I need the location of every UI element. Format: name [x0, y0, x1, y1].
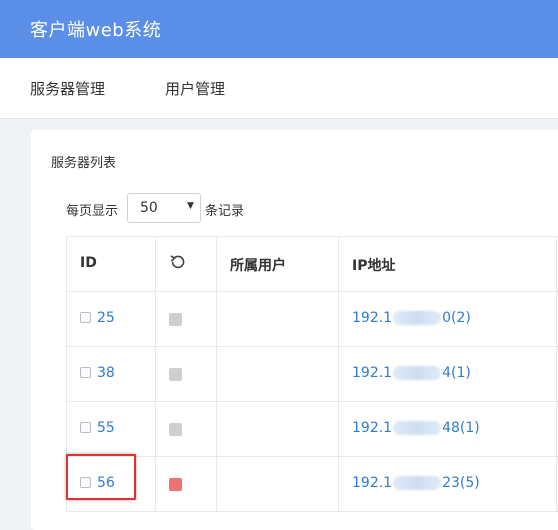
redacted-ip-segment [393, 421, 442, 435]
ip-end: 0(2) [442, 310, 471, 326]
page-size-prefix: 每页显示 [66, 204, 119, 219]
header-id-label: ID [80, 255, 97, 271]
table-row: 55 192.1 48(1) [67, 402, 558, 457]
card-title: 服务器列表 [51, 156, 117, 171]
cell-status [156, 292, 217, 346]
header-user: 所属用户 [217, 237, 339, 291]
cell-id: 25 [67, 292, 156, 346]
server-id-link[interactable]: 55 [97, 420, 115, 436]
cell-user [217, 457, 339, 511]
nav-item-server-management[interactable]: 服务器管理 [30, 78, 105, 99]
status-indicator [169, 478, 182, 491]
top-header: 客户端web系统 [0, 0, 558, 58]
row-checkbox[interactable] [80, 422, 91, 433]
table-row: 38 192.1 4(1) [67, 347, 558, 402]
server-id-link[interactable]: 25 [97, 310, 115, 326]
status-indicator [169, 368, 182, 381]
ip-start: 192.1 [352, 365, 393, 381]
header-ip: IP地址 [339, 237, 557, 291]
app-title: 客户端web系统 [30, 20, 162, 41]
redacted-ip-segment [393, 476, 442, 490]
highlight-annotation [66, 454, 136, 500]
cell-ip: 192.1 48(1) [339, 402, 557, 456]
cell-ip: 192.1 0(2) [339, 292, 557, 346]
ip-address-link[interactable]: 192.1 0(2) [352, 310, 471, 326]
page-size-suffix: 条记录 [205, 204, 245, 219]
cell-ip: 192.1 4(1) [339, 347, 557, 401]
header-id: ID [67, 237, 156, 291]
table-header-row: ID 所属用户 IP地址 [67, 237, 558, 292]
row-checkbox[interactable] [80, 367, 91, 378]
cell-status [156, 402, 217, 456]
ip-start: 192.1 [352, 310, 393, 326]
status-indicator [169, 423, 182, 436]
refresh-icon[interactable] [169, 253, 187, 271]
server-table: ID 所属用户 IP地址 25 192.1 0(2) 38 192.1 4(1)… [66, 236, 558, 512]
ip-end: 48(1) [442, 420, 480, 436]
status-indicator [169, 313, 182, 326]
caret-down-icon: ▼ [187, 201, 194, 211]
page-size-value: 50 [140, 200, 158, 216]
cell-id: 38 [67, 347, 156, 401]
cell-status [156, 347, 217, 401]
cell-id: 55 [67, 402, 156, 456]
redacted-ip-segment [393, 311, 442, 325]
ip-start: 192.1 [352, 420, 393, 436]
header-status [156, 237, 217, 291]
cell-user [217, 292, 339, 346]
page-size-select[interactable]: 50 ▼ [127, 193, 201, 223]
cell-status [156, 457, 217, 511]
ip-end: 23(5) [442, 475, 480, 491]
nav-bar: 服务器管理 用户管理 [0, 58, 558, 119]
table-row: 25 192.1 0(2) [67, 292, 558, 347]
header-ip-label: IP地址 [352, 258, 396, 274]
header-user-label: 所属用户 [230, 258, 286, 274]
ip-address-link[interactable]: 192.1 4(1) [352, 365, 471, 381]
row-checkbox[interactable] [80, 312, 91, 323]
cell-user [217, 347, 339, 401]
ip-start: 192.1 [352, 475, 393, 491]
server-id-link[interactable]: 38 [97, 365, 115, 381]
ip-end: 4(1) [442, 365, 471, 381]
cell-user [217, 402, 339, 456]
nav-item-user-management[interactable]: 用户管理 [165, 78, 225, 99]
table-row: 56 192.1 23(5) [67, 457, 558, 512]
cell-ip: 192.1 23(5) [339, 457, 557, 511]
ip-address-link[interactable]: 192.1 48(1) [352, 420, 480, 436]
redacted-ip-segment [393, 366, 442, 380]
ip-address-link[interactable]: 192.1 23(5) [352, 475, 480, 491]
